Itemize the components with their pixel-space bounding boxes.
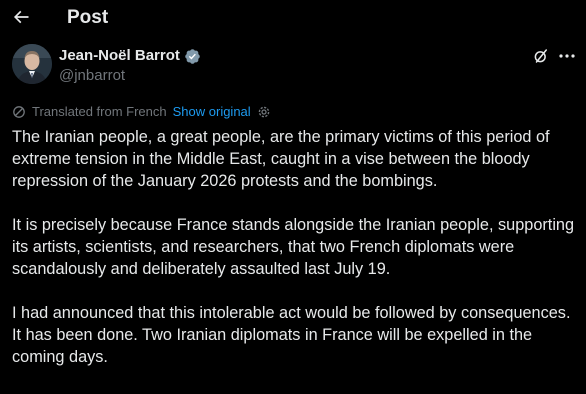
post-paragraph: The Iranian people, a great people, are … — [12, 128, 550, 190]
arrow-left-icon — [13, 10, 29, 24]
show-original-link[interactable]: Show original — [173, 104, 251, 120]
gear-icon[interactable] — [257, 105, 271, 119]
top-header: Post — [0, 0, 586, 36]
post-author: Jean-Noël Barrot @jnbarrot — [12, 44, 576, 88]
author-name-text: Jean-Noël Barrot — [59, 47, 180, 64]
post-paragraph: I had announced that this intolerable ac… — [12, 304, 571, 366]
back-button[interactable] — [10, 6, 32, 28]
translation-label: Translated from French — [32, 104, 167, 119]
more-horizontal-icon[interactable] — [558, 50, 576, 62]
avatar-photo — [12, 44, 52, 84]
grok-icon[interactable] — [532, 47, 550, 65]
author-handle[interactable]: @jnbarrot — [59, 67, 125, 85]
verified-badge-icon — [185, 48, 200, 64]
author-name[interactable]: Jean-Noël Barrot — [59, 47, 201, 65]
page-title: Post — [67, 7, 109, 28]
translate-icon — [13, 106, 25, 118]
avatar[interactable] — [12, 44, 52, 84]
translation-notice: Translated from French Show original — [12, 103, 271, 121]
post-text: The Iranian people, a great people, are … — [12, 126, 580, 390]
post-paragraph: It is precisely because France stands al… — [12, 216, 575, 278]
